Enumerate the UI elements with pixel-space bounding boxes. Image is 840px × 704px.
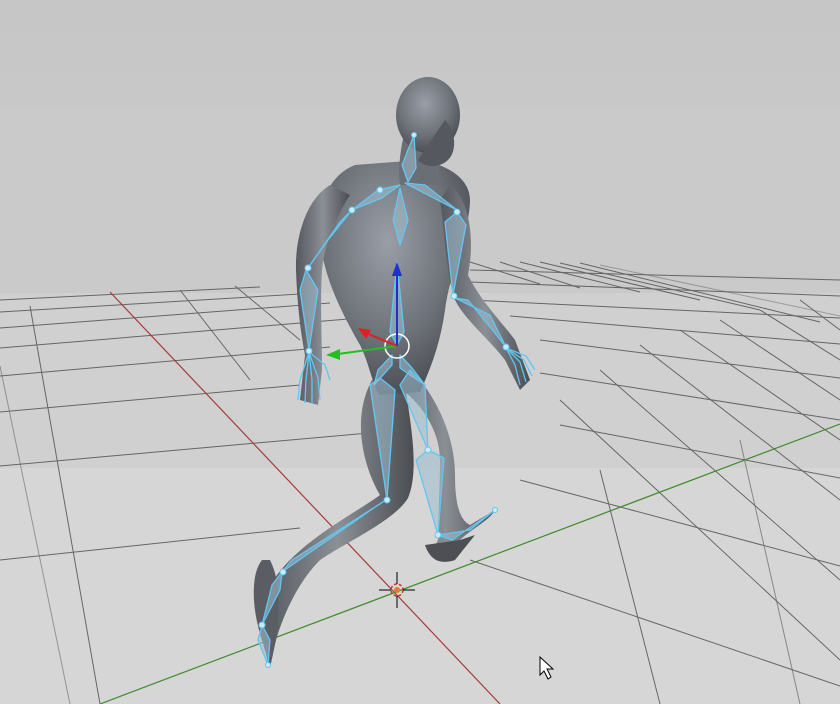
viewport-scene[interactable] (0, 0, 840, 704)
floor-band-near (0, 468, 840, 704)
3d-viewport[interactable] (0, 0, 840, 704)
